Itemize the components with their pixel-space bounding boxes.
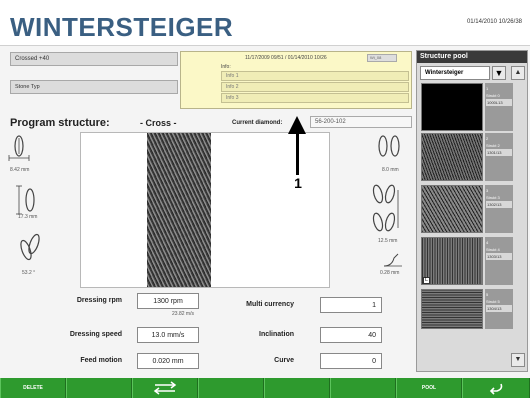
structure-preview — [80, 132, 330, 288]
pool-item-info: 2 Strukt 2 1301/13 — [485, 133, 513, 181]
feed-motion-label: Feed motion — [80, 357, 122, 364]
diamond-angle-icon[interactable] — [14, 230, 44, 266]
pool-item-thumbnail — [421, 83, 483, 131]
pool-item-badge: L — [423, 277, 430, 284]
pool-item[interactable]: 3 Strukt 3 1302/13 — [421, 185, 513, 233]
swap-arrows-icon — [153, 381, 177, 395]
dressing-rpm-label: Dressing rpm — [76, 297, 122, 304]
inclination-input[interactable]: 40 — [320, 327, 382, 343]
pool-item-info: 4 Strukt 4 1303/13 — [485, 237, 513, 285]
program-structure-value: - Cross - — [140, 118, 177, 128]
back-button[interactable] — [462, 378, 530, 398]
diamond-depth-value: 17.3 mm — [18, 214, 38, 220]
scroll-up-button[interactable]: ▲ — [511, 66, 525, 80]
curve-input[interactable]: 0 — [320, 353, 382, 369]
structure-pool-panel: Structure pool Wintersteiger ▼ ▲ 1 Struk… — [416, 50, 528, 372]
header-datetime: 01/14/2010 10/26/38 — [466, 19, 522, 25]
dressing-speed-label: Dressing speed — [69, 331, 122, 338]
pool-item-name: Strukt 4 — [486, 247, 500, 252]
diamond-pair-width-icon[interactable] — [372, 132, 406, 162]
pool-item-name: Strukt 2 — [486, 143, 500, 148]
info-row-2[interactable]: Info 2 — [221, 82, 409, 92]
info-row-1[interactable]: Info 1 — [221, 71, 409, 81]
pool-item-thumbnail — [421, 237, 483, 285]
header: WINTERSTEIGER 01/14/2010 10/26/38 — [0, 0, 530, 46]
pool-item-name: Strukt 3 — [486, 195, 500, 200]
scroll-down-button[interactable]: ▼ — [511, 353, 525, 367]
inclination-label: Inclination — [259, 331, 294, 338]
pool-item[interactable]: 1 Strukt 0 1000L13 — [421, 83, 513, 131]
feed-motion-input[interactable]: 0.020 mm — [137, 353, 199, 369]
annotation-label: 1 — [294, 175, 302, 191]
pool-item-code: 1301/13 — [486, 149, 512, 156]
dressing-speed-input[interactable]: 13.0 mm/s — [137, 327, 199, 343]
pool-source-select[interactable]: Wintersteiger — [420, 66, 490, 80]
radius-value: 0.28 mm — [380, 270, 400, 276]
diamond-angle-value: 53.2 ° — [22, 270, 36, 276]
dressing-rpm-input[interactable]: 1300 rpm — [137, 293, 199, 309]
info-label: Info: — [221, 64, 231, 70]
pair-depth-value: 12.5 mm — [378, 238, 398, 244]
pool-item-code: 1304/13 — [486, 305, 512, 312]
program-structure-label: Program structure: — [10, 117, 110, 129]
multi-currency-label: Multi currency — [246, 301, 294, 308]
pool-item[interactable]: 2 Strukt 2 1301/13 — [421, 133, 513, 181]
dressing-rpm-speed: 23.82 m/s — [172, 311, 194, 317]
delete-button[interactable]: DELETE — [0, 378, 66, 398]
structure-pool-title: Structure pool — [417, 51, 527, 63]
toolbar-empty-button[interactable] — [198, 378, 264, 398]
diamond-pair-depth-icon[interactable] — [368, 182, 404, 236]
pool-item-number: 4 — [486, 240, 489, 245]
pool-item-number: 3 — [486, 188, 489, 193]
pool-item-name: Strukt 0 — [486, 93, 500, 98]
application-screen: WINTERSTEIGER 01/14/2010 10/26/38 Crosse… — [0, 0, 530, 398]
pool-item-code: 1302/13 — [486, 201, 512, 208]
stone-type-field[interactable]: Stone Typ — [10, 80, 178, 94]
bottom-toolbar: DELETE POOL — [0, 378, 530, 398]
structure-pattern-image — [147, 133, 211, 287]
pool-item-thumbnail — [421, 289, 483, 329]
pool-button[interactable]: POOL — [396, 378, 462, 398]
swap-button[interactable] — [132, 378, 198, 398]
current-diamond-field[interactable]: 56-200-102 — [310, 116, 412, 128]
pool-item-info: 5 Strukt 5 1304/13 — [485, 289, 513, 329]
radius-icon[interactable] — [382, 252, 404, 268]
current-diamond-label: Current diamond: — [232, 120, 283, 126]
pool-item-thumbnail — [421, 185, 483, 233]
pool-item-number: 5 — [486, 292, 489, 297]
toolbar-empty-button[interactable] — [330, 378, 396, 398]
curve-label: Curve — [274, 357, 294, 364]
toolbar-empty-button[interactable] — [66, 378, 132, 398]
pool-item-name: Strukt 5 — [486, 299, 500, 304]
chevron-down-icon[interactable]: ▼ — [492, 66, 506, 80]
info-row-3[interactable]: Info 3 — [221, 93, 409, 103]
pool-item-code: 1000L13 — [486, 99, 512, 106]
multi-currency-input[interactable]: 1 — [320, 297, 382, 313]
info-dates: 11/17/2009 09/51 / 01/14/2010 10/26 — [245, 55, 327, 61]
pool-item[interactable]: 5 Strukt 5 1304/13 — [421, 289, 513, 329]
diamond-depth-icon[interactable] — [14, 183, 38, 217]
stone-name-field[interactable]: Crossed +40 — [10, 52, 178, 66]
pool-item-info: 1 Strukt 0 1000L13 — [485, 83, 513, 131]
diamond-width-icon[interactable] — [8, 132, 30, 164]
diamond-width-value: 8.42 mm — [10, 167, 30, 173]
pool-item-number: 1 — [486, 86, 489, 91]
toolbar-empty-button[interactable] — [264, 378, 330, 398]
user-field[interactable]: Wi_08 — [367, 54, 397, 62]
pool-item-thumbnail — [421, 133, 483, 181]
pool-item[interactable]: L 4 Strukt 4 1303/13 — [421, 237, 513, 285]
pool-item-code: 1303/13 — [486, 253, 512, 260]
wintersteiger-logo: WINTERSTEIGER — [10, 12, 234, 42]
pool-item-number: 2 — [486, 136, 489, 141]
info-panel: 11/17/2009 09/51 / 01/14/2010 10/26 Wi_0… — [180, 51, 412, 109]
pool-item-info: 3 Strukt 3 1302/13 — [485, 185, 513, 233]
pair-width-value: 8.0 mm — [382, 167, 399, 173]
back-arrow-icon — [489, 383, 503, 395]
